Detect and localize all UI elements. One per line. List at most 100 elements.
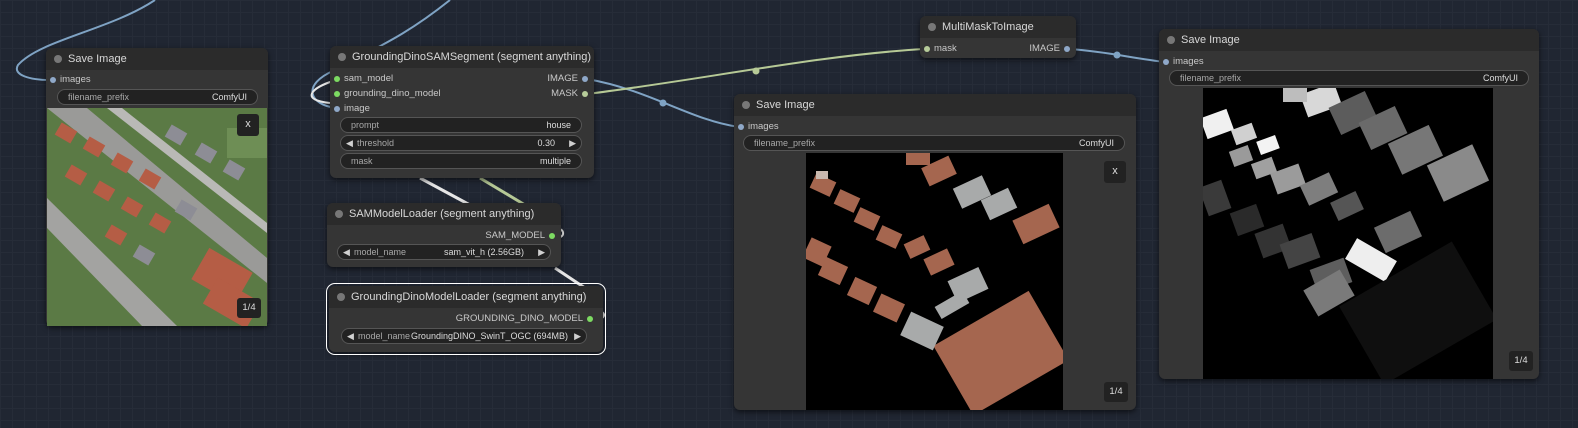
widget-value: house bbox=[546, 120, 571, 130]
node-title-bar[interactable]: GroundingDinoSAMSegment (segment anythin… bbox=[330, 46, 594, 68]
input-slot-images[interactable]: images bbox=[1163, 55, 1204, 69]
segmented-houses-image bbox=[806, 153, 1063, 410]
slot-dot-icon[interactable] bbox=[924, 46, 930, 52]
collapse-dot-icon[interactable] bbox=[742, 101, 750, 109]
output-slot-image[interactable]: IMAGE bbox=[547, 72, 588, 86]
input-slot-images[interactable]: images bbox=[738, 120, 779, 134]
slot-dot-icon[interactable] bbox=[1163, 59, 1169, 65]
slot-label: images bbox=[60, 74, 91, 85]
sam-model-loader-node[interactable]: SAMModelLoader (segment anything) SAM_MO… bbox=[327, 203, 561, 267]
collapse-dot-icon[interactable] bbox=[54, 55, 62, 63]
node-title-bar[interactable]: Save Image bbox=[46, 48, 268, 70]
slot-dot-icon[interactable] bbox=[582, 91, 588, 97]
output-slot-grounding-dino-model[interactable]: GROUNDING_DINO_MODEL bbox=[455, 312, 593, 326]
slot-dot-icon[interactable] bbox=[50, 77, 56, 83]
save-image-node-1[interactable]: Save Image images filename_prefix ComfyU… bbox=[46, 48, 268, 326]
output-slot-mask[interactable]: MASK bbox=[551, 87, 588, 101]
slot-dot-icon[interactable] bbox=[1064, 46, 1070, 52]
close-preview-button[interactable]: x bbox=[237, 114, 259, 136]
output-slot-image[interactable]: IMAGE bbox=[1029, 42, 1070, 56]
slot-dot-icon[interactable] bbox=[582, 76, 588, 82]
widget-value: multiple bbox=[539, 156, 571, 166]
widget-value: ComfyUI bbox=[211, 92, 247, 102]
node-title-bar[interactable]: GroundingDinoModelLoader (segment anythi… bbox=[329, 286, 603, 308]
image-counter: 1/4 bbox=[1104, 382, 1128, 402]
prompt-field[interactable]: prompt house bbox=[340, 117, 582, 133]
arrow-right-icon[interactable]: ▶ bbox=[538, 245, 545, 259]
widget-label: model_name bbox=[358, 331, 411, 341]
link-midpoint bbox=[752, 67, 760, 75]
node-title-bar[interactable]: MultiMaskToImage bbox=[920, 16, 1076, 38]
slot-label: SAM_MODEL bbox=[485, 230, 545, 241]
segmented-image-preview[interactable] bbox=[806, 153, 1063, 410]
node-title-bar[interactable]: Save Image bbox=[1159, 29, 1539, 51]
input-slot-mask[interactable]: mask bbox=[924, 42, 957, 56]
slot-label: GROUNDING_DINO_MODEL bbox=[455, 313, 583, 324]
slot-dot-icon[interactable] bbox=[738, 124, 744, 130]
arrow-right-icon[interactable]: ▶ bbox=[574, 329, 581, 343]
input-slot-grounding-dino-model[interactable]: grounding_dino_model bbox=[334, 87, 441, 101]
widget-value: ComfyUI bbox=[1482, 73, 1518, 83]
slot-dot-icon[interactable] bbox=[549, 233, 555, 239]
link-grounding-model bbox=[479, 176, 526, 207]
widget-label: prompt bbox=[351, 120, 380, 130]
image-preview[interactable]: x 1/4 bbox=[47, 108, 267, 326]
widget-value: 0.30 bbox=[537, 138, 555, 148]
link-sam-model bbox=[419, 176, 471, 207]
save-image-node-2[interactable]: Save Image images filename_prefix ComfyU… bbox=[734, 94, 1136, 410]
filename-prefix-field[interactable]: filename_prefix ComfyUI bbox=[57, 89, 258, 105]
node-title-bar[interactable]: Save Image bbox=[734, 94, 1136, 116]
collapse-dot-icon[interactable] bbox=[1167, 36, 1175, 44]
slot-label: MASK bbox=[551, 88, 578, 99]
grounding-dino-sam-segment-node[interactable]: GroundingDinoSAMSegment (segment anythin… bbox=[330, 46, 594, 178]
slot-dot-icon[interactable] bbox=[334, 76, 340, 82]
node-title: Save Image bbox=[68, 53, 127, 65]
node-title: Save Image bbox=[1181, 34, 1240, 46]
slot-label: image bbox=[344, 103, 370, 114]
model-name-stepper[interactable]: ◀ model_name GroundingDINO_SwinT_OGC (69… bbox=[341, 328, 587, 344]
arrow-right-icon[interactable]: ▶ bbox=[569, 136, 576, 150]
filename-prefix-field[interactable]: filename_prefix ComfyUI bbox=[743, 135, 1125, 151]
arrow-left-icon[interactable]: ◀ bbox=[343, 245, 350, 259]
grounding-dino-model-loader-node[interactable]: GroundingDinoModelLoader (segment anythi… bbox=[326, 283, 606, 355]
link-mask-to-multimask bbox=[586, 48, 925, 95]
arrow-left-icon[interactable]: ◀ bbox=[346, 136, 353, 150]
slot-label: grounding_dino_model bbox=[344, 88, 441, 99]
arrow-left-icon[interactable]: ◀ bbox=[347, 329, 354, 343]
widget-value: sam_vit_h (2.56GB) bbox=[443, 247, 524, 257]
collapse-dot-icon[interactable] bbox=[337, 293, 345, 301]
link-midpoint bbox=[1113, 51, 1121, 59]
input-slot-image[interactable]: image bbox=[334, 102, 370, 116]
collapse-dot-icon[interactable] bbox=[338, 53, 346, 61]
slot-dot-icon[interactable] bbox=[334, 106, 340, 112]
collapse-dot-icon[interactable] bbox=[928, 23, 936, 31]
slot-label: IMAGE bbox=[547, 73, 578, 84]
widget-label: filename_prefix bbox=[754, 138, 816, 148]
widget-label: threshold bbox=[357, 138, 395, 148]
node-title: MultiMaskToImage bbox=[942, 21, 1034, 33]
filename-prefix-field[interactable]: filename_prefix ComfyUI bbox=[1169, 70, 1529, 86]
close-preview-button[interactable]: x bbox=[1104, 161, 1126, 183]
mask-image-preview[interactable]: x bbox=[1203, 88, 1493, 379]
slot-label: images bbox=[748, 121, 779, 132]
slot-label: mask bbox=[934, 43, 957, 54]
slot-label: images bbox=[1173, 56, 1204, 67]
node-title: GroundingDinoSAMSegment (segment anythin… bbox=[352, 51, 592, 63]
image-counter: 1/4 bbox=[237, 298, 261, 318]
input-slot-sam-model[interactable]: sam_model bbox=[334, 72, 393, 86]
save-image-node-3[interactable]: Save Image images filename_prefix ComfyU… bbox=[1159, 29, 1539, 379]
model-name-stepper[interactable]: ◀ model_name sam_vit_h (2.56GB) ▶ bbox=[337, 244, 551, 260]
mask-mode-field[interactable]: mask multiple bbox=[340, 153, 582, 169]
output-slot-sam-model[interactable]: SAM_MODEL bbox=[485, 229, 555, 243]
slot-dot-icon[interactable] bbox=[587, 316, 593, 322]
collapse-dot-icon[interactable] bbox=[335, 210, 343, 218]
link-segment-image-to-save2 bbox=[586, 78, 740, 128]
link-midpoint bbox=[659, 99, 667, 107]
multi-mask-to-image-node[interactable]: MultiMaskToImage mask IMAGE bbox=[920, 16, 1076, 58]
slot-dot-icon[interactable] bbox=[334, 91, 340, 97]
node-title-bar[interactable]: SAMModelLoader (segment anything) bbox=[327, 203, 561, 225]
aerial-neighborhood-image bbox=[47, 108, 267, 326]
threshold-stepper[interactable]: ◀ threshold 0.30 ▶ bbox=[340, 135, 582, 151]
input-slot-images[interactable]: images bbox=[50, 73, 91, 87]
widget-label: filename_prefix bbox=[1180, 73, 1242, 83]
